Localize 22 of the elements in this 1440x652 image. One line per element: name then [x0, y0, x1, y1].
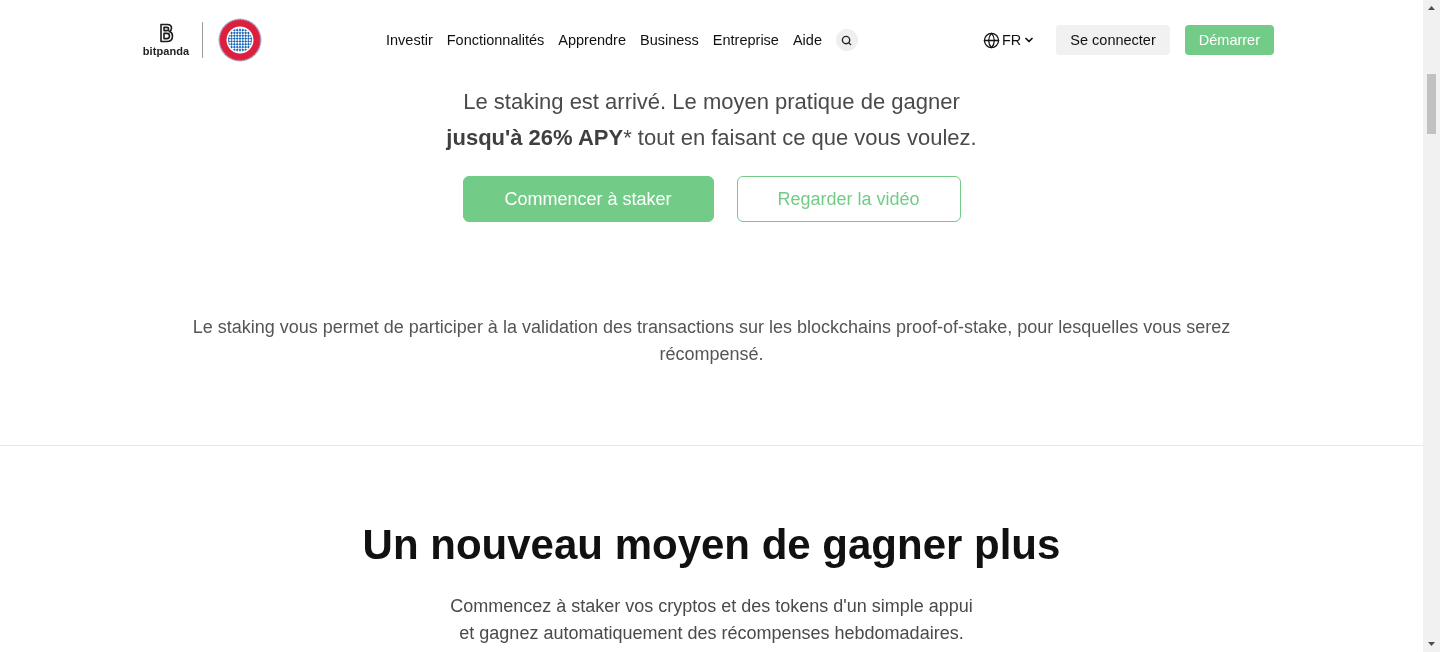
language-code: FR: [1001, 32, 1022, 48]
scroll-up-icon[interactable]: [1428, 6, 1435, 10]
section-subtitle: Commencez à staker vos cryptos et des tokens d'un simple appui et gagnez automatiquement des récompenses hebdomadaires.: [449, 595, 974, 645]
nav-link[interactable]: Entreprise: [712, 30, 779, 50]
hero-tagline: Le staking est arrivé. Le moyen pratique de gagner jusqu'à 26% APY* tout en faisant ce que vous voulez.: [445, 88, 978, 152]
staking-description: Le staking vous permet de participer à la validation des transactions sur les blockchains proof-of-stake, pour lesquelles vous serez récompensé.: [191, 316, 1232, 366]
brand-wordmark: bitpanda: [142, 44, 190, 58]
globe-icon: [982, 31, 1000, 49]
nav-link[interactable]: Investir: [386, 30, 433, 50]
sign-in-button[interactable]: Se connecter: [1056, 25, 1170, 55]
language-selector[interactable]: FR: [982, 31, 1036, 49]
section-title: Un nouveau moyen de gagner plus: [361, 520, 1062, 570]
search-icon: [841, 34, 853, 46]
nav-link[interactable]: Aide: [792, 30, 822, 50]
search-button[interactable]: [835, 29, 858, 51]
logo-mark-icon: [158, 22, 174, 43]
scroll-down-icon[interactable]: [1428, 642, 1435, 646]
nav-link[interactable]: Business: [640, 30, 699, 50]
nav-link[interactable]: Apprendre: [558, 30, 626, 50]
crest-logo-icon: [218, 18, 262, 62]
nav-link[interactable]: Fonctionnalités: [446, 30, 545, 50]
scrollbar-thumb[interactable]: [1427, 74, 1436, 134]
